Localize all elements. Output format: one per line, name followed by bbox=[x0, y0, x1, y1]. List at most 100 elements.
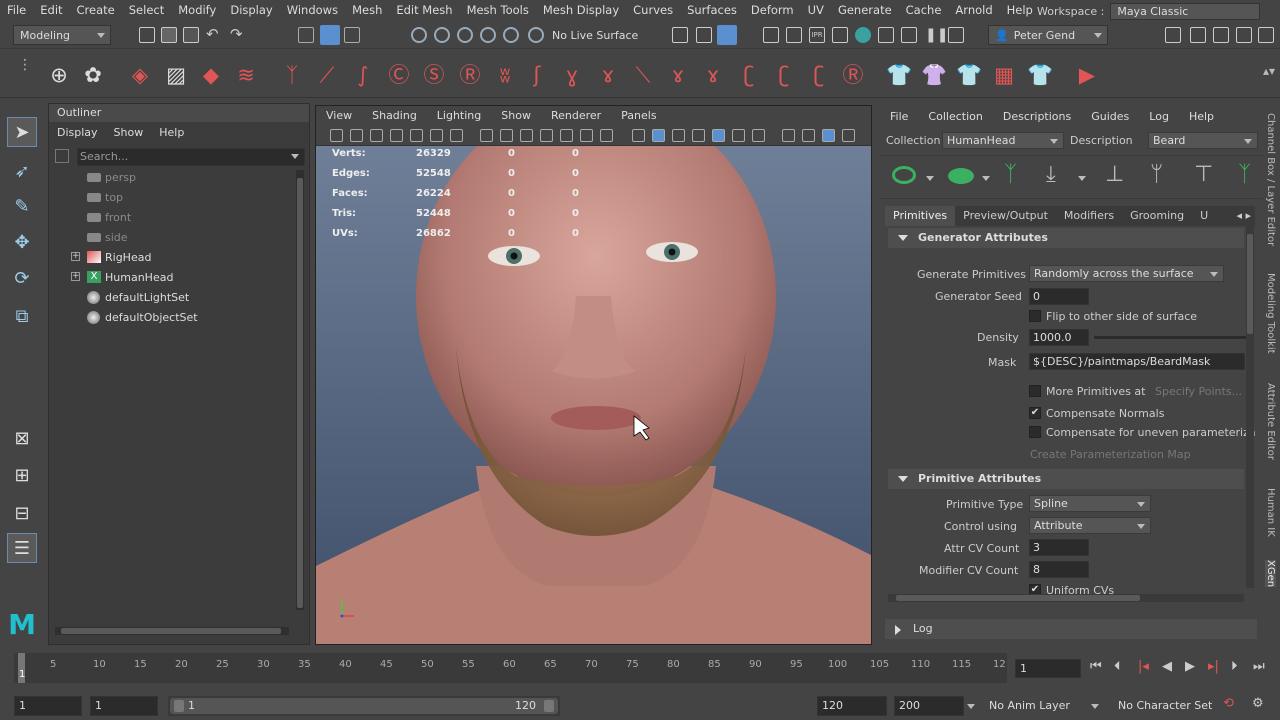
outliner-item-side[interactable]: side bbox=[49, 227, 294, 247]
play-backward-icon[interactable]: ◀ bbox=[1162, 659, 1172, 674]
playback-start-field[interactable]: 1 bbox=[90, 696, 158, 716]
select-component-icon[interactable] bbox=[344, 27, 360, 43]
menu-help[interactable]: Help bbox=[1000, 3, 1040, 17]
menu-display[interactable]: Display bbox=[223, 3, 279, 17]
safe-action-icon[interactable] bbox=[560, 129, 573, 142]
wireframe-on-shaded-icon[interactable] bbox=[652, 129, 665, 142]
scrollbar-thumb[interactable] bbox=[1247, 234, 1253, 334]
search-options-icon[interactable] bbox=[55, 149, 69, 163]
export-icon[interactable]: ◆ bbox=[198, 62, 224, 88]
chevron-down-icon[interactable] bbox=[1078, 176, 1086, 181]
snap-grid-icon[interactable] bbox=[411, 27, 427, 43]
viewport-scene[interactable]: Verts: 26329 0 0 Edges: 52548 0 0 Faces:… bbox=[316, 146, 871, 644]
undo-icon[interactable]: ↶ bbox=[206, 27, 222, 43]
guide-length-icon[interactable]: ∫ bbox=[350, 62, 376, 88]
outliner-horizontal-scrollbar[interactable] bbox=[55, 627, 289, 635]
menu-mesh-display[interactable]: Mesh Display bbox=[536, 3, 626, 17]
tab-channel-box-layer-editor[interactable]: Channel Box / Layer Editor bbox=[1265, 113, 1276, 246]
select-camera-icon[interactable] bbox=[330, 129, 343, 142]
save-scene-icon[interactable] bbox=[183, 27, 199, 43]
outliner-item-front[interactable]: front bbox=[49, 207, 294, 227]
character-set-dropdown[interactable]: No Character Set bbox=[1113, 696, 1217, 716]
tab-xgen[interactable]: XGen bbox=[1265, 560, 1276, 588]
tab-human-ik[interactable]: Human IK bbox=[1265, 488, 1276, 537]
viewport-menu-show[interactable]: Show bbox=[491, 109, 541, 122]
lock-guides-icon[interactable]: ⊤ bbox=[1194, 162, 1213, 187]
viewport-menu-shading[interactable]: Shading bbox=[362, 109, 427, 122]
textured-icon[interactable] bbox=[672, 129, 685, 142]
generator-attributes-header[interactable]: Generator Attributes bbox=[888, 228, 1244, 248]
density-slider[interactable] bbox=[1094, 336, 1246, 339]
select-object-icon[interactable] bbox=[320, 25, 340, 45]
primitive-attributes-header[interactable]: Primitive Attributes bbox=[888, 469, 1244, 489]
arnold-render-icon[interactable] bbox=[878, 27, 894, 43]
mask-field[interactable]: ${DESC}/paintmaps/BeardMask bbox=[1029, 353, 1245, 370]
menu-mesh-tools[interactable]: Mesh Tools bbox=[460, 3, 536, 17]
construction-history-icon[interactable] bbox=[696, 27, 712, 43]
xgen-menu-collection[interactable]: Collection bbox=[918, 110, 992, 123]
xgen-library-icon[interactable]: ✿ bbox=[80, 62, 106, 88]
menu-modify[interactable]: Modify bbox=[171, 3, 223, 17]
grease-pencil-icon[interactable] bbox=[430, 129, 443, 142]
redo-icon[interactable]: ↷ bbox=[230, 27, 246, 43]
shirt-3-icon[interactable]: 👕 bbox=[956, 62, 982, 88]
compensate-uneven-checkbox[interactable] bbox=[1029, 426, 1041, 438]
flip-side-checkbox[interactable] bbox=[1029, 310, 1041, 322]
sculpt-guide-icon[interactable]: ⟋ bbox=[314, 62, 340, 88]
outliner-item-humanhead[interactable]: + X HumanHead bbox=[49, 267, 294, 287]
field-chart-icon[interactable] bbox=[540, 129, 553, 142]
live-surface-field[interactable]: No Live Surface bbox=[547, 27, 639, 44]
pause-icon[interactable]: ❚❚ bbox=[925, 27, 948, 43]
menu-cache[interactable]: Cache bbox=[899, 3, 949, 17]
shelf-scroll-icon[interactable]: ▴▾ bbox=[1263, 64, 1275, 78]
outliner-item-righead[interactable]: + RigHead bbox=[49, 247, 294, 267]
chevron-down-icon[interactable] bbox=[926, 176, 934, 181]
menu-mesh[interactable]: Mesh bbox=[345, 3, 389, 17]
shirt-2-icon[interactable]: 👚 bbox=[921, 62, 947, 88]
select-hierarchy-icon[interactable] bbox=[298, 27, 314, 43]
scale-tool-icon[interactable]: ⧉ bbox=[7, 301, 37, 331]
tab-primitives[interactable]: Primitives bbox=[885, 206, 956, 226]
range-slider-track[interactable]: 1 120 bbox=[168, 696, 560, 716]
xgen-menu-help[interactable]: Help bbox=[1179, 110, 1224, 123]
scrollbar-thumb[interactable] bbox=[297, 178, 303, 608]
outliner-item-top[interactable]: top bbox=[49, 187, 294, 207]
compensate-normals-checkbox[interactable]: ✔ bbox=[1029, 407, 1041, 419]
single-perspective-layout-icon[interactable]: ⊠ bbox=[7, 423, 37, 453]
outliner-item-persp[interactable]: persp bbox=[49, 167, 294, 187]
new-scene-icon[interactable] bbox=[139, 27, 155, 43]
open-scene-icon[interactable] bbox=[161, 27, 177, 43]
add-shirt-icon[interactable]: 👕 bbox=[886, 62, 912, 88]
guide-orient-icon[interactable]: ᛘ bbox=[1150, 162, 1163, 187]
snap-view-plane-icon[interactable] bbox=[503, 27, 519, 43]
density-icon[interactable]: ʗ bbox=[771, 62, 797, 88]
motion-blur-icon[interactable] bbox=[752, 129, 765, 142]
more-primitives-checkbox[interactable] bbox=[1029, 385, 1041, 397]
expand-icon[interactable]: + bbox=[71, 272, 80, 281]
outliner-item-defaultlightset[interactable]: defaultLightSet bbox=[49, 287, 294, 307]
outliner-layout-icon[interactable]: ☰ bbox=[7, 533, 37, 563]
xgen-menu-log[interactable]: Log bbox=[1139, 110, 1179, 123]
tool-settings-toggle-icon[interactable] bbox=[1236, 27, 1252, 43]
coil-icon[interactable]: Ⓢ bbox=[421, 62, 447, 88]
modeling-toolkit-toggle-icon[interactable] bbox=[1165, 27, 1181, 43]
time-slider-track[interactable]: 1 5 10 15 20 25 30 35 40 45 50 55 60 65 … bbox=[14, 653, 1007, 683]
import-icon[interactable]: ▨ bbox=[163, 62, 189, 88]
cut-icon[interactable]: ʃ bbox=[524, 62, 550, 88]
generator-seed-field[interactable]: 0 bbox=[1029, 288, 1089, 305]
step-forward-frame-icon[interactable]: ▸| bbox=[1208, 659, 1219, 674]
specify-points-button[interactable]: Specify Points... bbox=[1155, 385, 1242, 398]
menu-generate[interactable]: Generate bbox=[831, 3, 899, 17]
twist-icon[interactable]: ɤ bbox=[595, 62, 621, 88]
go-to-start-icon[interactable]: ⏮ bbox=[1090, 659, 1102, 674]
viewport-menu-panels[interactable]: Panels bbox=[611, 109, 666, 122]
viewport-menu-renderer[interactable]: Renderer bbox=[541, 109, 611, 122]
auto-key-icon[interactable]: ⟲ bbox=[1223, 696, 1234, 711]
smooth-shade-icon[interactable] bbox=[632, 129, 645, 142]
bookmarks-icon[interactable] bbox=[370, 129, 383, 142]
rotate-icon[interactable]: Ⓡ bbox=[840, 62, 866, 88]
clumping-icon[interactable]: Ⓒ bbox=[386, 62, 412, 88]
step-forward-key-icon[interactable]: ⏵ bbox=[1231, 659, 1238, 674]
xray-icon[interactable] bbox=[842, 129, 855, 142]
range-start-handle[interactable] bbox=[174, 700, 184, 712]
